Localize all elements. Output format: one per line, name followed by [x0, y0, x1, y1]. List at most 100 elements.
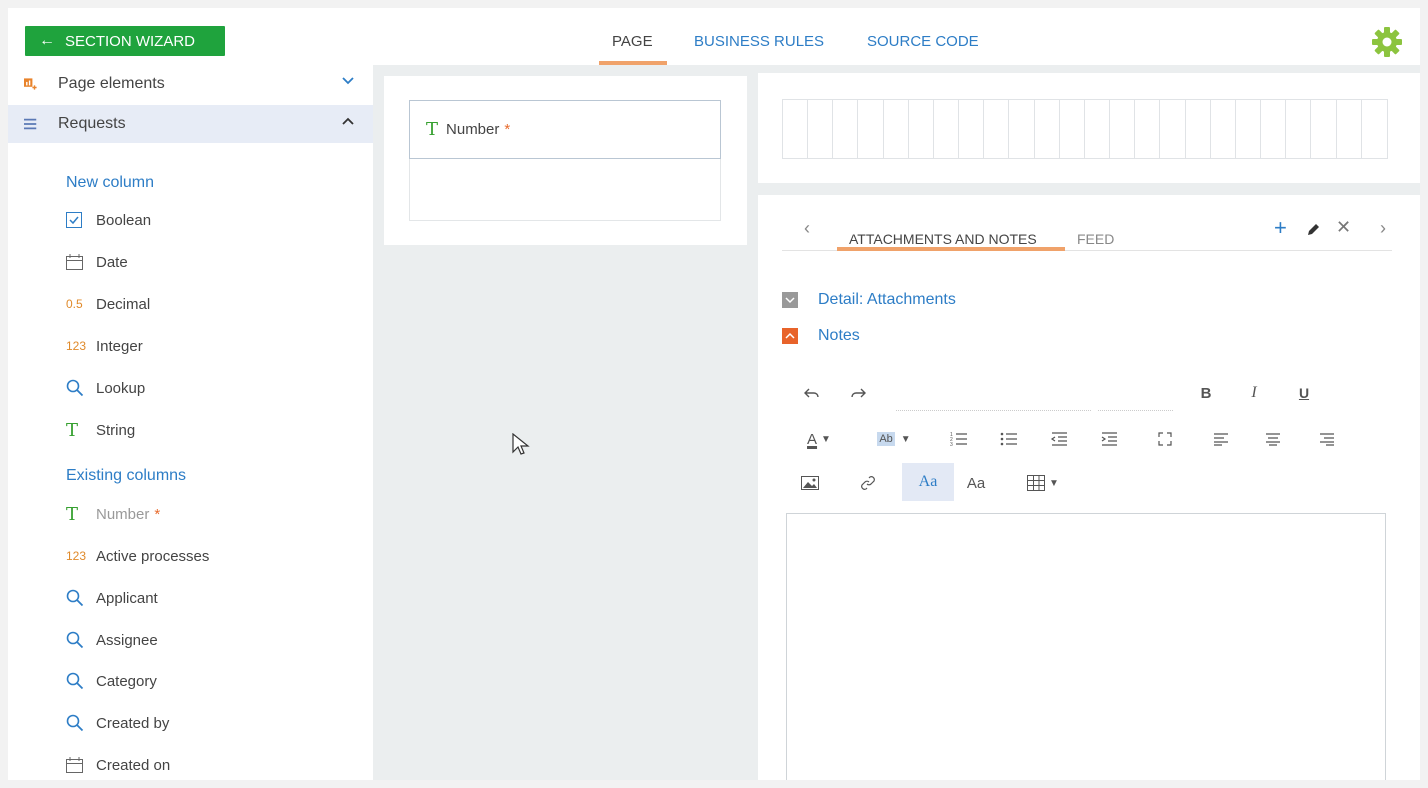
image-icon[interactable]: [798, 471, 822, 495]
chevron-up-icon: [782, 328, 798, 344]
new-column-integer[interactable]: 123 Integer: [66, 331, 143, 361]
header-grid-panel: [758, 73, 1420, 183]
font-family-select[interactable]: [896, 410, 1091, 411]
font-size-select[interactable]: [1098, 410, 1173, 411]
new-column-date[interactable]: Date: [66, 247, 128, 277]
number-field-element[interactable]: T Number *: [409, 100, 721, 159]
item-label: Number: [96, 505, 150, 523]
notes-toggle[interactable]: Notes: [782, 327, 860, 345]
item-label: Date: [96, 253, 128, 271]
text-icon: T: [66, 503, 79, 525]
page-elements-label: Page elements: [58, 75, 165, 92]
item-label: Category: [96, 672, 157, 690]
search-icon: [66, 589, 96, 607]
accordion-page-elements[interactable]: Page elements: [8, 65, 373, 103]
bulleted-list-icon[interactable]: [998, 427, 1020, 451]
tab-business-rules[interactable]: BUSINESS RULES: [694, 33, 824, 50]
new-column-decimal[interactable]: 0.5 Decimal: [66, 289, 150, 319]
outdent-icon[interactable]: [1048, 427, 1070, 451]
caret-down-icon: ▼: [900, 433, 911, 445]
highlight-label: Ab: [877, 432, 895, 446]
new-column-lookup[interactable]: Lookup: [66, 373, 145, 403]
chevron-down-icon: [342, 77, 354, 85]
italic-button[interactable]: I: [1244, 383, 1264, 403]
align-right-icon[interactable]: [1316, 427, 1338, 451]
align-left-icon[interactable]: [1210, 427, 1232, 451]
calendar-icon: [66, 757, 96, 773]
tab-page[interactable]: PAGE: [612, 33, 653, 50]
existing-column-created-on[interactable]: Created on: [66, 750, 170, 780]
page-layout-panel: T Number *: [384, 76, 747, 245]
tab-source-code[interactable]: SOURCE CODE: [867, 33, 979, 50]
empty-drop-zone[interactable]: [409, 159, 721, 221]
detail-attachments-toggle[interactable]: Detail: Attachments: [782, 291, 956, 309]
existing-column-applicant[interactable]: Applicant: [66, 583, 158, 613]
mouse-cursor-icon: [512, 433, 530, 455]
caret-down-icon: ▼: [1049, 477, 1059, 489]
layout-grid[interactable]: [782, 99, 1388, 159]
item-label: Lookup: [96, 379, 146, 397]
font-style-serif-button[interactable]: Aa: [902, 463, 954, 501]
item-label: Created by: [96, 714, 170, 732]
detail-attachments-label: Detail: Attachments: [818, 291, 956, 308]
item-label: Boolean: [96, 211, 152, 229]
existing-column-created-by[interactable]: Created by: [66, 708, 169, 738]
main-tabs: PAGE BUSINESS RULES SOURCE CODE: [8, 33, 1420, 65]
tabs-panel: ATTACHMENTS AND NOTES FEED ‹ › + ✕ Detai…: [758, 195, 1420, 780]
required-marker: *: [154, 505, 161, 523]
requests-label: Requests: [58, 115, 126, 132]
font-style-sans-button[interactable]: Aa: [962, 471, 990, 495]
chevron-right-icon[interactable]: ›: [1380, 218, 1386, 239]
notes-editor[interactable]: [786, 513, 1386, 780]
undo-icon[interactable]: [802, 383, 822, 403]
gear-icon[interactable]: [1370, 25, 1404, 59]
caret-down-icon: ▼: [821, 433, 831, 445]
underline-button[interactable]: U: [1294, 383, 1314, 403]
search-icon: [66, 379, 96, 397]
integer-icon: 123: [66, 339, 87, 353]
font-color-button[interactable]: A ▼: [798, 427, 840, 451]
pencil-icon[interactable]: [1306, 223, 1320, 237]
tab-feed[interactable]: FEED: [1077, 231, 1114, 247]
new-column-boolean[interactable]: Boolean: [66, 205, 151, 235]
existing-column-assignee[interactable]: Assignee: [66, 625, 158, 655]
item-label: Assignee: [96, 631, 158, 649]
text-icon: T: [426, 119, 439, 140]
existing-column-active-processes[interactable]: 123 Active processes: [66, 541, 209, 571]
chevron-down-icon: [782, 292, 798, 308]
table-button[interactable]: ▼: [1022, 471, 1064, 495]
existing-column-category[interactable]: Category: [66, 666, 157, 696]
fullscreen-icon[interactable]: [1154, 427, 1176, 451]
integer-icon: 123: [66, 549, 87, 563]
item-label: Active processes: [96, 547, 210, 565]
svg-text:3: 3: [950, 442, 953, 447]
accordion-requests[interactable]: Requests: [8, 105, 373, 143]
link-icon[interactable]: [856, 471, 880, 495]
indent-icon[interactable]: [1098, 427, 1120, 451]
active-tab-indicator: [837, 247, 1065, 251]
item-label: Integer: [96, 337, 143, 355]
close-icon[interactable]: ✕: [1336, 217, 1351, 238]
item-label: String: [96, 421, 136, 439]
align-center-icon[interactable]: [1262, 427, 1284, 451]
text-icon: T: [66, 419, 79, 441]
chevron-left-icon[interactable]: ‹: [804, 218, 810, 239]
decimal-icon: 0.5: [66, 297, 83, 311]
bold-button[interactable]: B: [1196, 383, 1216, 403]
add-icon[interactable]: +: [1274, 215, 1287, 241]
detail-tabs: ATTACHMENTS AND NOTES FEED: [782, 215, 1392, 251]
item-label: Applicant: [96, 589, 158, 607]
notes-label: Notes: [818, 327, 860, 344]
page-elements-icon: [8, 75, 38, 93]
highlight-color-button[interactable]: Ab ▼: [872, 427, 916, 451]
active-tab-indicator: [599, 61, 667, 65]
existing-columns-heading: Existing columns: [66, 467, 187, 484]
table-icon: [1027, 475, 1046, 491]
item-label: Created on: [96, 756, 171, 774]
tab-attachments-and-notes[interactable]: ATTACHMENTS AND NOTES: [849, 231, 1037, 247]
font-color-label: A: [807, 430, 818, 448]
redo-icon[interactable]: [848, 383, 868, 403]
new-column-string[interactable]: T String: [66, 415, 135, 445]
search-icon: [66, 672, 96, 690]
numbered-list-icon[interactable]: 123: [948, 427, 970, 451]
